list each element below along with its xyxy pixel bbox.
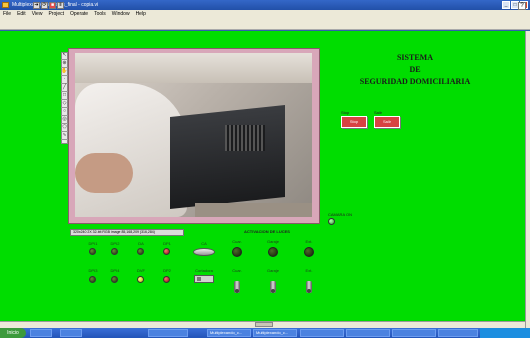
context-help-button[interactable]: ? <box>518 2 526 10</box>
light-toggle-garaje[interactable] <box>270 281 276 293</box>
stop-button[interactable]: Stop <box>341 116 367 128</box>
menu-help[interactable]: Help <box>136 10 146 19</box>
cortadora-switch-label: Cortadora <box>195 268 213 273</box>
led-dpi1 <box>89 248 96 255</box>
led-label-dp2: DP2 <box>163 268 171 273</box>
ca-switch-label: CA <box>201 241 207 246</box>
led-dvf <box>137 276 144 283</box>
lights-section-label: ACTIVACION DE LUCES <box>244 229 290 234</box>
light-label-exterior: Ext. <box>305 239 313 244</box>
taskbar-item[interactable] <box>346 329 390 337</box>
light-indicator-cuarto <box>232 247 242 257</box>
taskbar-item[interactable] <box>60 329 82 337</box>
video-bench <box>195 203 312 217</box>
led-label-dpi3: DPI3 <box>88 268 98 273</box>
cortadora-slide-switch[interactable] <box>194 275 214 283</box>
led-label-dp1: DP1 <box>163 241 171 246</box>
zoom-tool-icon[interactable]: ⊕ <box>61 60 68 68</box>
camera-video-display[interactable] <box>75 53 312 217</box>
video-black-device <box>170 104 285 210</box>
annulus-tool-icon[interactable]: ◎ <box>61 116 68 124</box>
led-label-dpi4: DPI4 <box>110 268 120 273</box>
taskbar-item[interactable] <box>300 329 344 337</box>
light-toggle-cuarto[interactable] <box>234 281 240 293</box>
taskbar-item[interactable] <box>30 329 52 337</box>
light-indicator-garaje <box>268 247 278 257</box>
labview-app-icon <box>2 2 9 8</box>
taskbar-item[interactable] <box>392 329 436 337</box>
window-titlebar: Multiplexando_camaras_final - copia.vi <box>0 0 530 10</box>
light-label-cuarto: Cuar. <box>232 239 242 244</box>
pointer-tool-icon[interactable]: ↖ <box>61 52 68 60</box>
camera-on-label: CAMARA ON <box>328 212 353 217</box>
menu-file[interactable]: File <box>3 10 11 19</box>
title-line-1: SISTEMA <box>396 53 433 62</box>
title-line-2: DE <box>409 65 421 74</box>
menu-operate[interactable]: Operate <box>70 10 88 19</box>
led-da <box>137 248 144 255</box>
led-label-dvf: DVF <box>137 268 145 273</box>
pan-tool-icon[interactable]: ✋ <box>61 68 68 76</box>
light-toggle-exterior[interactable] <box>306 281 312 293</box>
point-tool-icon[interactable]: · <box>61 76 68 84</box>
camera-on-led <box>328 218 335 225</box>
taskbar-item-multiplexando-2[interactable]: Multiplexando_c... <box>253 329 297 337</box>
run-continuous-icon[interactable]: ⟳ <box>41 2 48 9</box>
menu-project[interactable]: Project <box>48 10 64 19</box>
led-dpi4 <box>111 276 118 283</box>
rectangle-tool-icon[interactable]: □ <box>61 92 68 100</box>
salir-button[interactable]: Salir <box>374 116 400 128</box>
oval-tool-icon[interactable]: ○ <box>61 108 68 116</box>
video-device-grill <box>225 125 265 151</box>
run-arrow-icon[interactable]: ➜ <box>33 2 40 9</box>
rotated-rect-tool-icon[interactable]: ◇ <box>61 100 68 108</box>
taskbar-item[interactable] <box>438 329 478 337</box>
menu-view[interactable]: View <box>32 10 43 19</box>
vertical-scrollbar[interactable] <box>525 31 530 328</box>
menu-edit[interactable]: Edit <box>17 10 26 19</box>
image-info-bar: 320x240 2X 32-bit RGB image 85,168,209 (… <box>70 229 184 236</box>
system-tray <box>480 328 530 338</box>
menu-tools[interactable]: Tools <box>94 10 106 19</box>
title-line-3: SEGURIDAD DOMICILIARIA <box>359 77 471 86</box>
toolbar <box>0 19 530 30</box>
led-label-dpi1: DPI1 <box>88 241 98 246</box>
salir-button-caption: Salir <box>374 110 383 115</box>
led-label-dpi2: DPI2 <box>110 241 120 246</box>
ca-switch[interactable] <box>193 248 215 256</box>
start-button[interactable]: Inicio <box>0 328 26 338</box>
horizontal-scroll-thumb[interactable] <box>255 322 273 327</box>
taskbar-item-multiplexando-1[interactable]: Multiplexando_c... <box>207 329 251 337</box>
led-dp1 <box>163 248 170 255</box>
led-label-da: DA <box>138 241 144 246</box>
light-switch-label-exterior: Ext. <box>305 268 313 273</box>
abort-icon[interactable]: ■ <box>49 2 56 9</box>
minimize-button[interactable]: _ <box>502 1 510 9</box>
led-dp2 <box>163 276 170 283</box>
video-background-shelf <box>75 53 312 83</box>
taskbar-item[interactable] <box>148 329 188 337</box>
led-dpi2 <box>111 248 118 255</box>
menu-window[interactable]: Window <box>112 10 130 19</box>
stop-button-caption: Stop <box>341 110 350 115</box>
light-label-garaje: Garaje <box>266 239 279 244</box>
polygon-tool-icon[interactable]: ⬠ <box>61 124 68 132</box>
line-tool-icon[interactable]: ╱ <box>61 84 68 92</box>
menu-bar: File Edit View Project Operate Tools Win… <box>0 10 530 19</box>
light-indicator-exterior <box>304 247 314 257</box>
freehand-tool-icon[interactable]: ∿ <box>61 132 68 140</box>
light-switch-label-garaje: Garaje <box>266 268 279 273</box>
video-person-arm <box>75 153 133 193</box>
led-dpi3 <box>89 276 96 283</box>
light-switch-label-cuarto: Cuar. <box>232 268 242 273</box>
pause-icon[interactable]: Ⅱ <box>57 2 64 9</box>
